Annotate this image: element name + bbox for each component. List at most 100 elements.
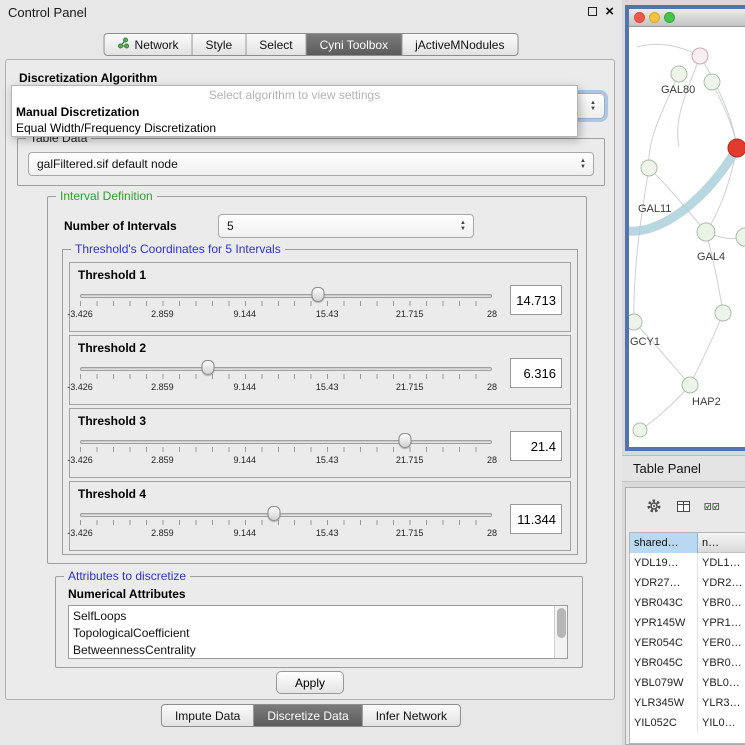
cyni-toolbox-panel: Discretization Algorithm ▲▼ Select algor…	[5, 59, 615, 700]
slider-scale: -3.426 2.859 9.144 15.43 21.715 28	[80, 382, 492, 393]
node[interactable]	[692, 48, 708, 64]
thresholds-group: Threshold's Coordinates for 5 Intervals …	[62, 249, 578, 555]
node-label-gal80: GAL80	[661, 84, 695, 96]
tab-network[interactable]: Network	[105, 34, 193, 55]
slider-ticks	[80, 301, 492, 306]
list-item-topologicalcoefficient[interactable]: TopologicalCoefficient	[73, 625, 553, 642]
combo-arrows-icon: ▲▼	[456, 215, 470, 237]
float-window-icon[interactable]	[588, 7, 597, 16]
tab-discretize-data[interactable]: Discretize Data	[254, 705, 362, 726]
zoom-traffic-light-icon[interactable]	[664, 12, 675, 23]
control-panel-window: Control Panel × Network Style	[0, 0, 622, 745]
threshold-4-value-field[interactable]: 11.344	[510, 504, 562, 534]
close-traffic-light-icon[interactable]	[634, 12, 645, 23]
table-data-group: Table Data galFiltered.sif default node …	[17, 138, 605, 186]
node-label-gcy1: GCY1	[630, 336, 660, 348]
column-header-shared-name[interactable]: shared…	[630, 533, 698, 553]
top-tab-bar: Network Style Select Cyni Toolbox jActiv…	[104, 33, 519, 56]
node[interactable]	[682, 377, 698, 393]
threshold-1-slider[interactable]: -3.426 2.859 9.144 15.43 21.715 28	[80, 285, 492, 327]
threshold-4-slider[interactable]: -3.426 2.859 9.144 15.43 21.715 28	[80, 504, 492, 546]
minimize-traffic-light-icon[interactable]	[649, 12, 660, 23]
number-of-intervals-combobox[interactable]: 5 ▲▼	[218, 214, 474, 238]
threshold-4-label: Threshold 4	[78, 487, 146, 501]
node[interactable]	[633, 423, 647, 437]
threshold-1-panel: Threshold 1 -3.426 2.859 9.144 15.43 21.…	[69, 262, 571, 332]
table-row[interactable]: YBR043CYBR0…	[630, 593, 745, 613]
discretization-algorithm-label: Discretization Algorithm	[19, 71, 157, 85]
table-row[interactable]: YPR145WYPR1…	[630, 613, 745, 633]
table-row[interactable]: YIL052CYIL0…	[630, 713, 745, 733]
slider-scale: -3.426 2.859 9.144 15.43 21.715 28	[80, 455, 492, 466]
node[interactable]	[671, 66, 687, 82]
network-icon	[118, 37, 130, 52]
column-selector-icon[interactable]	[675, 498, 691, 514]
list-item-betweennesscentrality[interactable]: BetweennessCentrality	[73, 642, 553, 659]
slider-ticks	[80, 447, 492, 452]
threshold-3-panel: Threshold 3 -3.426 2.859 9.144 15.43 21.…	[69, 408, 571, 478]
screen: Control Panel × Network Style	[0, 0, 745, 745]
tab-network-label: Network	[135, 38, 179, 52]
node-selected[interactable]	[728, 139, 745, 157]
close-icon[interactable]: ×	[605, 6, 614, 17]
threshold-3-slider[interactable]: -3.426 2.859 9.144 15.43 21.715 28	[80, 431, 492, 473]
attributes-legend: Attributes to discretize	[64, 569, 190, 583]
tab-select[interactable]: Select	[246, 34, 306, 55]
network-window-titlebar	[629, 9, 745, 27]
dropdown-prompt[interactable]: Select algorithm to view settings	[12, 86, 577, 104]
node[interactable]	[715, 305, 731, 321]
algorithm-dropdown-popup: Select algorithm to view settings Manual…	[11, 85, 578, 137]
node-table: shared… n… YDL19…YDL1… YDR27…YDR2… YBR04…	[629, 532, 745, 744]
thresholds-legend: Threshold's Coordinates for 5 Intervals	[71, 242, 285, 256]
slider-thumb[interactable]	[201, 360, 214, 375]
threshold-1-value-field[interactable]: 14.713	[510, 285, 562, 315]
table-row[interactable]: YBR045CYBR0…	[630, 653, 745, 673]
dropdown-option-manual-discretization[interactable]: Manual Discretization	[12, 104, 577, 120]
attributes-group: Attributes to discretize Numerical Attri…	[55, 576, 583, 668]
node[interactable]	[697, 223, 715, 241]
threshold-2-value-field[interactable]: 6.316	[510, 358, 562, 388]
slider-thumb[interactable]	[267, 506, 280, 521]
threshold-3-value-field[interactable]: 21.4	[510, 431, 562, 461]
node[interactable]	[641, 160, 657, 176]
table-panel: shared… n… YDL19…YDL1… YDR27…YDR2… YBR04…	[625, 487, 745, 745]
select-columns-checkboxes-icon[interactable]	[704, 498, 720, 514]
table-panel-toolbar	[626, 488, 745, 524]
apply-button[interactable]: Apply	[276, 671, 344, 694]
number-of-intervals-value: 5	[227, 219, 234, 233]
tab-infer-network[interactable]: Infer Network	[363, 705, 460, 726]
gear-icon[interactable]	[646, 498, 662, 514]
table-data-combobox[interactable]: galFiltered.sif default node ▲▼	[28, 152, 594, 176]
table-panel-title: Table Panel	[622, 455, 745, 482]
node[interactable]	[736, 228, 745, 246]
table-row[interactable]: YBL079WYBL0…	[630, 673, 745, 693]
table-row[interactable]: YDR27…YDR2…	[630, 573, 745, 593]
tab-style[interactable]: Style	[193, 34, 247, 55]
threshold-2-slider[interactable]: -3.426 2.859 9.144 15.43 21.715 28	[80, 358, 492, 400]
slider-ticks	[80, 374, 492, 379]
table-row[interactable]: YDL19…YDL1…	[630, 553, 745, 573]
interval-definition-group: Interval Definition Number of Intervals …	[47, 196, 587, 564]
numerical-attributes-label: Numerical Attributes	[68, 587, 186, 601]
node[interactable]	[629, 314, 642, 330]
node[interactable]	[704, 74, 720, 90]
interval-definition-legend: Interval Definition	[56, 189, 157, 203]
scrollbar-thumb[interactable]	[557, 608, 566, 638]
network-canvas[interactable]: GAL80 GAL11 GAL4 GCY1 HAP2	[629, 27, 745, 451]
node-label-hap2: HAP2	[692, 396, 721, 408]
tab-impute-data[interactable]: Impute Data	[162, 705, 254, 726]
column-header-name[interactable]: n…	[698, 533, 745, 553]
network-view-window: GAL80 GAL11 GAL4 GCY1 HAP2	[625, 5, 745, 451]
slider-thumb[interactable]	[311, 287, 324, 302]
table-row[interactable]: YER054CYER0…	[630, 633, 745, 653]
tab-jactivemnodules[interactable]: jActiveMNodules	[402, 34, 517, 55]
table-header-row: shared… n…	[630, 533, 745, 553]
slider-thumb[interactable]	[399, 433, 412, 448]
dropdown-option-equal-width[interactable]: Equal Width/Frequency Discretization	[12, 120, 577, 136]
node-label-gal4: GAL4	[697, 251, 725, 263]
list-item-selfloops[interactable]: SelfLoops	[73, 608, 553, 625]
threshold-3-label: Threshold 3	[78, 414, 146, 428]
tab-cyni-toolbox[interactable]: Cyni Toolbox	[307, 34, 402, 55]
table-row[interactable]: YLR345WYLR3…	[630, 693, 745, 713]
list-scrollbar[interactable]	[554, 606, 567, 658]
